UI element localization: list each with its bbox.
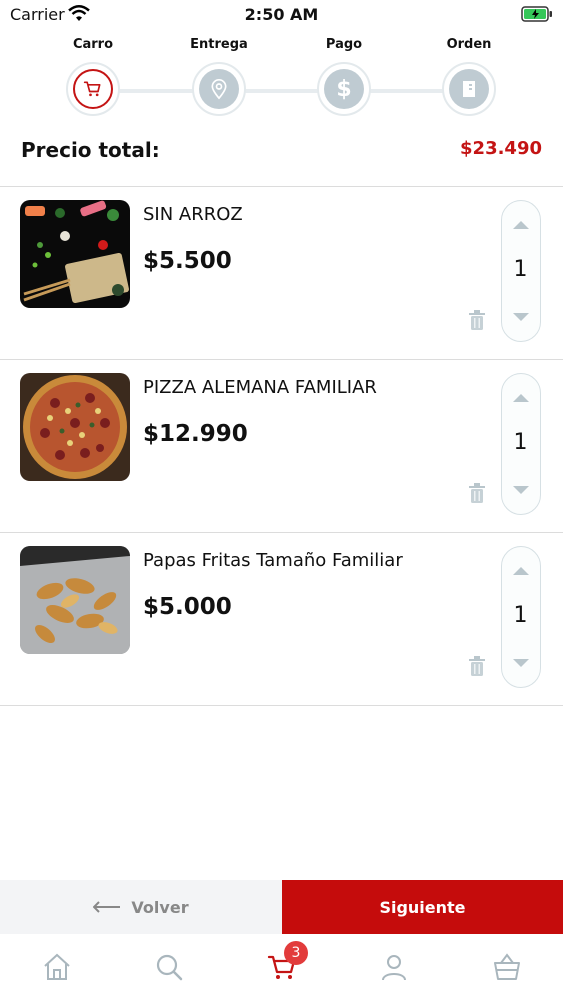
location-pin-icon xyxy=(211,79,227,100)
product-image xyxy=(20,200,130,308)
cart-icon xyxy=(83,81,101,97)
trash-icon[interactable] xyxy=(466,654,488,678)
product-name: PIZZA ALEMANA FAMILIAR xyxy=(143,377,377,398)
arrow-left-icon xyxy=(93,901,121,913)
step-order[interactable]: Orden xyxy=(414,32,524,116)
battery-icon xyxy=(521,6,552,22)
chevron-up-icon xyxy=(512,394,529,402)
stepper-track xyxy=(94,89,469,93)
search-icon[interactable] xyxy=(154,952,184,982)
home-icon[interactable] xyxy=(42,952,72,982)
cart-item: Papas Fritas Tamaño Familiar $5.000 1 xyxy=(0,532,563,704)
decrease-quantity-button[interactable] xyxy=(502,476,539,504)
step-label: Orden xyxy=(446,37,492,52)
increase-quantity-button[interactable] xyxy=(502,557,539,585)
product-name: Papas Fritas Tamaño Familiar xyxy=(143,550,403,571)
product-price: $5.000 xyxy=(143,594,232,620)
step-label: Carro xyxy=(72,37,114,52)
step-label: Entrega xyxy=(190,37,248,52)
step-label: Pago xyxy=(325,37,363,52)
divider xyxy=(0,705,563,706)
back-button[interactable]: Volver xyxy=(0,880,282,934)
cart-item: PIZZA ALEMANA FAMILIAR $12.990 1 xyxy=(0,359,563,531)
dollar-icon: $ xyxy=(336,76,352,102)
cart-count-badge: 3 xyxy=(284,941,308,965)
tab-bar xyxy=(0,934,563,1000)
product-price: $5.500 xyxy=(143,248,232,274)
product-name: SIN ARROZ xyxy=(143,204,243,225)
checkout-stepper: Carro Entrega Pago $ Orden xyxy=(0,32,563,122)
next-button-label: Siguiente xyxy=(379,897,466,917)
next-button[interactable]: Siguiente xyxy=(282,880,563,934)
cart-item: SIN ARROZ $5.500 1 xyxy=(0,186,563,358)
total-price-row: Precio total: $23.490 xyxy=(21,138,542,168)
back-button-label: Volver xyxy=(131,897,189,917)
chevron-up-icon xyxy=(512,221,529,229)
chevron-down-icon xyxy=(512,659,529,667)
quantity-stepper[interactable]: 1 xyxy=(501,200,541,342)
step-cart[interactable]: Carro xyxy=(38,32,148,116)
status-bar: Carrier 2:50 AM xyxy=(0,0,563,30)
status-time: 2:50 AM xyxy=(244,5,319,24)
decrease-quantity-button[interactable] xyxy=(502,303,539,331)
quantity-value: 1 xyxy=(513,430,528,455)
chevron-down-icon xyxy=(512,486,529,494)
product-price: $12.990 xyxy=(143,421,248,447)
product-image xyxy=(20,373,130,481)
chevron-down-icon xyxy=(512,313,529,321)
quantity-stepper[interactable]: 1 xyxy=(501,373,541,515)
basket-icon[interactable] xyxy=(492,952,522,982)
increase-quantity-button[interactable] xyxy=(502,384,539,412)
step-payment[interactable]: Pago $ xyxy=(289,32,399,116)
increase-quantity-button[interactable] xyxy=(502,211,539,239)
receipt-icon xyxy=(463,81,475,97)
trash-icon[interactable] xyxy=(466,481,488,505)
total-price-label: Precio total: xyxy=(21,138,160,162)
total-price-value: $23.490 xyxy=(460,138,542,159)
quantity-stepper[interactable]: 1 xyxy=(501,546,541,688)
trash-icon[interactable] xyxy=(466,308,488,332)
user-icon[interactable] xyxy=(379,952,409,982)
quantity-value: 1 xyxy=(513,257,528,282)
decrease-quantity-button[interactable] xyxy=(502,649,539,677)
product-image xyxy=(20,546,130,654)
step-delivery[interactable]: Entrega xyxy=(164,32,274,116)
chevron-up-icon xyxy=(512,567,529,575)
quantity-value: 1 xyxy=(513,603,528,628)
